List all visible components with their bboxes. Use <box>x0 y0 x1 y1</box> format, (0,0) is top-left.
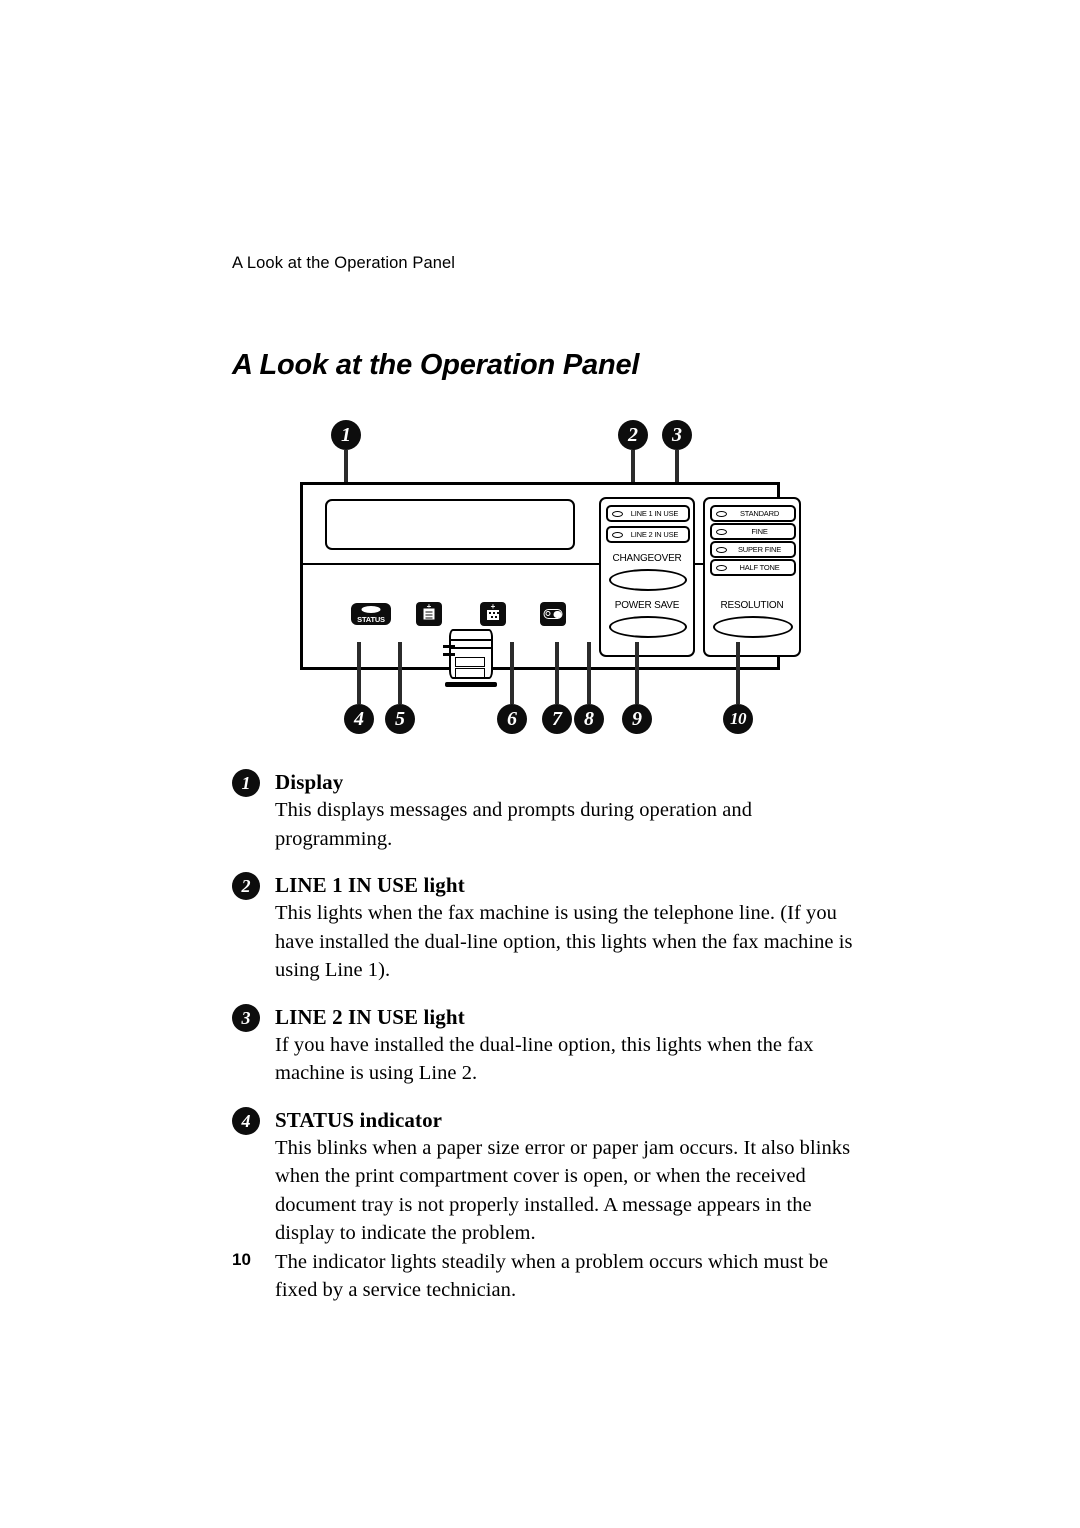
machine-line <box>449 639 493 641</box>
report-key[interactable]: + <box>480 602 506 626</box>
resolution-label: RESOLUTION <box>720 600 784 611</box>
resolution-button[interactable] <box>713 616 793 638</box>
status-key-label: STATUS <box>357 615 385 624</box>
callout-10: 10 <box>723 704 753 734</box>
leader-line-6 <box>510 642 514 704</box>
description-heading-2: LINE 1 IN USE light <box>275 873 465 897</box>
callout-9: 9 <box>622 704 652 734</box>
description-item-3: 3 LINE 2 IN USE light If you have instal… <box>232 1003 872 1088</box>
description-bullet-4: 4 <box>232 1106 260 1135</box>
fine-label: FINE <box>751 527 768 536</box>
resolution-super-fine-button[interactable]: SUPER FINE <box>710 541 796 558</box>
fax-machine-illustration <box>443 625 499 687</box>
leader-line-4 <box>357 642 361 704</box>
machine-arm <box>443 653 455 656</box>
machine-arm <box>443 645 455 648</box>
callout-2: 2 <box>618 420 648 450</box>
callout-3: 3 <box>662 420 692 450</box>
line-subpanel: LINE 1 IN USE LINE 2 IN USE CHANGEOVER P… <box>599 497 695 657</box>
callout-7: 7 <box>542 704 572 734</box>
status-led-icon <box>361 606 381 613</box>
description-item-2: 2 LINE 1 IN USE light This lights when t… <box>232 871 872 985</box>
mode-switch-key[interactable] <box>540 602 566 626</box>
super-fine-led-icon <box>716 546 727 553</box>
running-header: A Look at the Operation Panel <box>232 254 456 272</box>
line-2-in-use-button[interactable]: LINE 2 IN USE <box>606 526 690 543</box>
machine-line <box>449 647 493 649</box>
half-tone-led-icon <box>716 564 727 571</box>
line-1-in-use-button[interactable]: LINE 1 IN USE <box>606 505 690 522</box>
description-list: 1 Display This displays messages and pro… <box>232 768 872 1323</box>
callout-1: 1 <box>331 420 361 450</box>
resolution-half-tone-button[interactable]: HALF TONE <box>710 559 796 576</box>
machine-slot <box>455 668 485 678</box>
display-screen <box>325 499 575 550</box>
standard-led-icon <box>716 510 727 517</box>
line-2-led-icon <box>612 531 623 538</box>
description-body-3: If you have installed the dual-line opti… <box>275 1033 814 1085</box>
leader-line-5 <box>398 642 402 704</box>
description-bullet-1: 1 <box>232 769 260 797</box>
status-indicator-key[interactable]: STATUS <box>351 603 391 625</box>
standard-label: STANDARD <box>739 509 780 518</box>
half-tone-label: HALF TONE <box>739 563 780 572</box>
description-item-1: 1 Display This displays messages and pro… <box>232 768 872 853</box>
operation-panel-figure: 1 2 3 STATUS + + LINE 1 IN USE LINE 2 IN… <box>290 405 801 750</box>
line-1-label: LINE 1 IN USE <box>630 509 679 518</box>
page-number: 10 <box>232 1250 251 1269</box>
power-save-label: POWER SAVE <box>614 600 680 611</box>
line-1-led-icon <box>612 510 623 517</box>
super-fine-label: SUPER FINE <box>737 545 781 554</box>
machine-base <box>445 682 497 687</box>
description-body-4b: The indicator lights steadily when a pro… <box>275 1250 829 1302</box>
document-icon <box>422 607 436 621</box>
tray-icon <box>486 608 500 621</box>
description-bullet-2: 2 <box>232 872 260 900</box>
machine-slot <box>455 657 485 667</box>
changeover-label: CHANGEOVER <box>612 553 682 564</box>
copy-key[interactable]: + <box>416 602 442 626</box>
leader-line-8 <box>587 642 591 704</box>
description-body-4a: This blinks when a paper size error or p… <box>275 1136 851 1245</box>
operation-panel: STATUS + + LINE 1 IN USE LINE 2 IN USE C… <box>300 482 801 687</box>
description-bullet-3: 3 <box>232 1003 260 1032</box>
description-body-1: This displays messages and prompts durin… <box>275 799 753 850</box>
resolution-fine-button[interactable]: FINE <box>710 523 796 540</box>
callout-6: 6 <box>497 704 527 734</box>
fine-led-icon <box>716 528 727 535</box>
resolution-subpanel: STANDARD FINE SUPER FINE HALF TONE RESOL… <box>703 497 801 657</box>
switch-icon <box>543 609 563 619</box>
leader-line-10 <box>736 642 740 704</box>
callout-4: 4 <box>344 704 374 734</box>
page-title: A Look at the Operation Panel <box>232 349 640 382</box>
description-item-4: 4 STATUS indicator This blinks when a pa… <box>232 1106 872 1305</box>
callout-5: 5 <box>385 704 415 734</box>
description-heading-1: Display <box>275 770 344 794</box>
leader-line-9 <box>635 642 639 704</box>
line-2-label: LINE 2 IN USE <box>630 530 679 539</box>
resolution-standard-button[interactable]: STANDARD <box>710 505 796 522</box>
description-heading-3: LINE 2 IN USE light <box>275 1004 465 1029</box>
description-heading-4: STATUS indicator <box>275 1107 443 1132</box>
callout-8: 8 <box>574 704 604 734</box>
leader-line-7 <box>555 642 559 704</box>
power-save-button[interactable] <box>609 616 687 638</box>
changeover-button[interactable] <box>609 569 687 591</box>
description-body-2: This lights when the fax machine is usin… <box>275 902 853 981</box>
